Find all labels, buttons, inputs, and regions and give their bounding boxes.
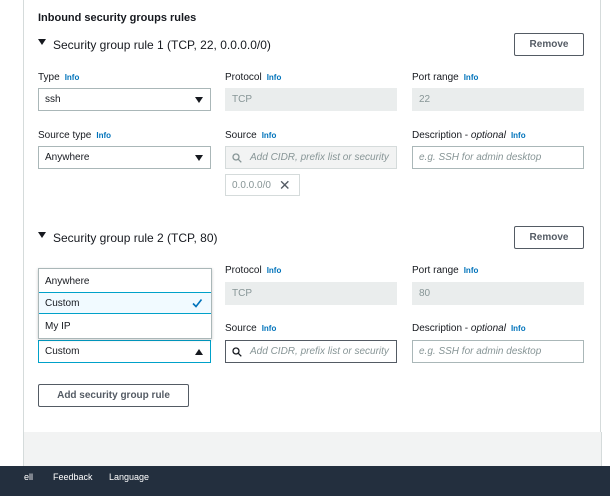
chevron-down-icon [195, 155, 203, 161]
check-icon [192, 299, 203, 308]
rule-1-source-type-label: Source type Info [38, 130, 112, 141]
search-icon [232, 152, 242, 163]
rule-1-desc-label: Description - optional Info [412, 130, 526, 141]
rule-1-port-label: Port range Info [412, 72, 479, 83]
rule-2-protocol-field: TCP [225, 282, 397, 305]
rule-1-type-label: Type Info [38, 72, 80, 83]
rule-1-protocol-label: Protocol Info [225, 72, 282, 83]
bottombar-feedback[interactable]: Feedback [53, 472, 93, 482]
info-link[interactable]: Info [267, 73, 282, 82]
source-token: 0.0.0.0/0 ✕ [225, 174, 300, 196]
inbound-rules-panel: Inbound security groups rules Security g… [23, 0, 601, 432]
close-icon[interactable]: ✕ [279, 178, 291, 192]
rule-1-port-field: 22 [412, 88, 584, 111]
rule-1-title: Security group rule 1 (TCP, 22, 0.0.0.0/… [53, 38, 271, 52]
bottombar-cloudshell[interactable]: ell [24, 472, 33, 482]
rule-1-type-select[interactable]: ssh [38, 88, 211, 111]
rule-2-source-label: Source Info [225, 323, 277, 334]
rule-2-source-input[interactable]: Add CIDR, prefix list or security [225, 340, 397, 363]
rule-2-header[interactable]: Security group rule 2 (TCP, 80) [38, 231, 218, 245]
chevron-up-icon [195, 349, 203, 355]
info-link[interactable]: Info [262, 131, 277, 140]
rule-1-source-input[interactable]: Add CIDR, prefix list or security [225, 146, 397, 169]
rule-2-remove-button[interactable]: Remove [514, 226, 584, 249]
console-bottom-bar: ell Feedback Language [0, 466, 610, 496]
rule-2-port-label: Port range Info [412, 265, 479, 276]
dropdown-option-my-ip[interactable]: My IP [39, 315, 211, 337]
info-link[interactable]: Info [511, 324, 526, 333]
info-link[interactable]: Info [464, 266, 479, 275]
info-link[interactable]: Info [96, 131, 111, 140]
add-security-group-rule-button[interactable]: Add security group rule [38, 384, 189, 407]
rule-2-title: Security group rule 2 (TCP, 80) [53, 231, 218, 245]
rule-1-source-label: Source Info [225, 130, 277, 141]
dropdown-option-anywhere[interactable]: Anywhere [39, 270, 211, 292]
info-link[interactable]: Info [464, 73, 479, 82]
dropdown-option-custom[interactable]: Custom [39, 292, 211, 314]
rule-2-protocol-label: Protocol Info [225, 265, 282, 276]
panel-title: Inbound security groups rules [38, 12, 197, 24]
chevron-down-icon [195, 97, 203, 103]
caret-down-icon [38, 232, 46, 238]
info-link[interactable]: Info [262, 324, 277, 333]
rule-2-port-field: 80 [412, 282, 584, 305]
caret-down-icon [38, 39, 46, 45]
rule-2-source-type-select[interactable]: Custom [38, 340, 211, 363]
panel-footer [23, 432, 602, 466]
rule-1-remove-button[interactable]: Remove [514, 33, 584, 56]
source-type-dropdown: Anywhere Custom My IP [38, 268, 212, 339]
bottombar-language[interactable]: Language [109, 472, 149, 482]
rule-2-description-input[interactable]: e.g. SSH for admin desktop [412, 340, 584, 363]
rule-1-protocol-field: TCP [225, 88, 397, 111]
info-link[interactable]: Info [65, 73, 80, 82]
info-link[interactable]: Info [267, 266, 282, 275]
rule-2-desc-label: Description - optional Info [412, 323, 526, 334]
info-link[interactable]: Info [511, 131, 526, 140]
rule-1-header[interactable]: Security group rule 1 (TCP, 22, 0.0.0.0/… [38, 38, 271, 52]
rule-1-source-type-select[interactable]: Anywhere [38, 146, 211, 169]
search-icon [232, 346, 242, 357]
rule-1-description-input[interactable]: e.g. SSH for admin desktop [412, 146, 584, 169]
